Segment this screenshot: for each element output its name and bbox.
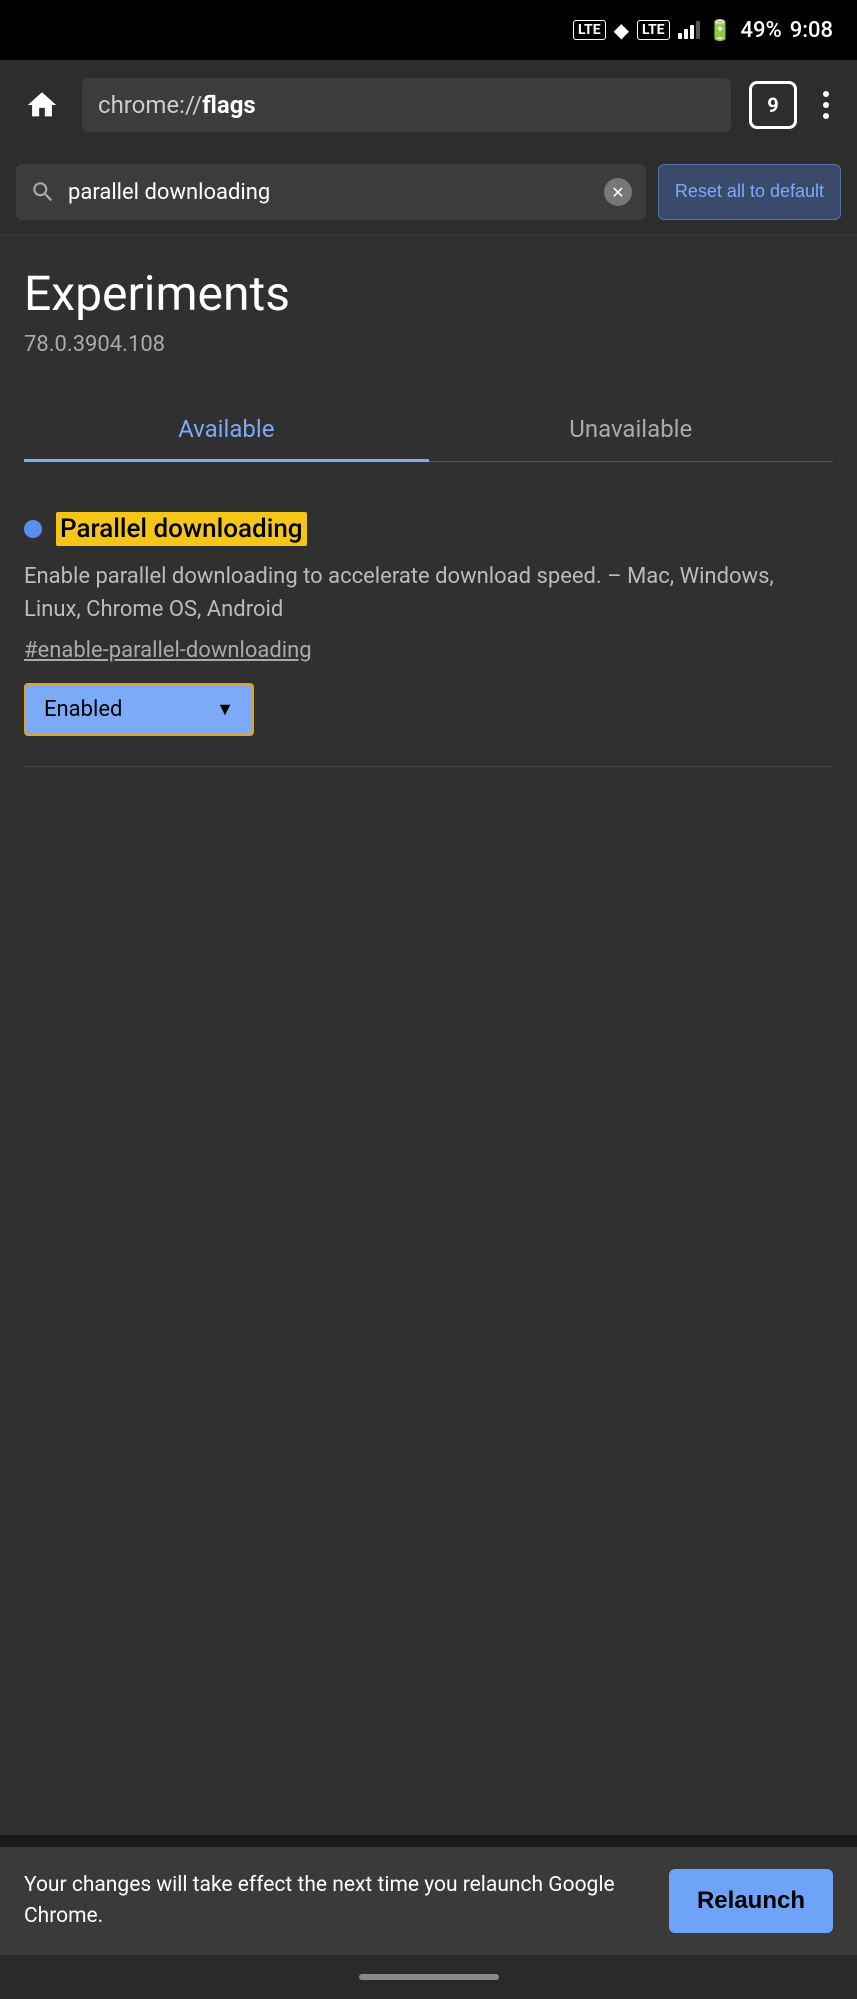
more-dot-2	[823, 102, 829, 108]
search-input[interactable]: parallel downloading	[68, 180, 592, 205]
feature-item-parallel-downloading: Parallel downloading Enable parallel dow…	[24, 492, 833, 756]
signal-bars-icon	[678, 21, 700, 39]
search-input-wrap[interactable]: parallel downloading ✕	[16, 164, 646, 220]
feature-title-row: Parallel downloading	[24, 512, 833, 546]
tab-count-number: 9	[767, 93, 778, 117]
more-dot-1	[823, 91, 829, 97]
dropdown-value: Enabled	[44, 697, 122, 722]
status-icons: LTE ◆ LTE 🔋 49% 9:08	[573, 18, 833, 43]
address-text: chrome://flags	[98, 91, 256, 119]
feature-divider	[24, 766, 833, 767]
wifi-icon: ◆	[614, 18, 629, 42]
banner-text: Your changes will take effect the next t…	[24, 1870, 649, 1933]
flags-search-bar: parallel downloading ✕ Reset all to defa…	[0, 150, 857, 235]
battery-icon: 🔋	[708, 18, 733, 42]
more-dot-3	[823, 113, 829, 119]
more-options-button[interactable]	[815, 83, 837, 127]
feature-dropdown[interactable]: Enabled ▼	[24, 683, 254, 736]
clear-search-button[interactable]: ✕	[604, 178, 632, 206]
lte-data-icon: LTE	[637, 20, 670, 40]
relaunch-banner: Your changes will take effect the next t…	[0, 1847, 857, 1955]
address-bar[interactable]: chrome://flags	[82, 78, 731, 132]
clock: 9:08	[790, 18, 833, 43]
search-icon	[30, 179, 56, 205]
battery-percent: 49%	[740, 18, 781, 43]
browser-toolbar: chrome://flags 9	[0, 60, 857, 150]
status-bar: LTE ◆ LTE 🔋 49% 9:08	[0, 0, 857, 60]
nav-home-indicator	[359, 1974, 499, 1980]
feature-anchor-link[interactable]: #enable-parallel-downloading	[24, 638, 833, 663]
bottom-nav-bar	[0, 1955, 857, 1999]
main-content: Experiments 78.0.3904.108 Available Unav…	[0, 235, 857, 1835]
feature-active-dot	[24, 520, 42, 538]
tab-unavailable[interactable]: Unavailable	[429, 397, 834, 461]
tabs-row: Available Unavailable	[24, 397, 833, 462]
reset-all-button[interactable]: Reset all to default	[658, 164, 841, 220]
feature-title: Parallel downloading	[56, 512, 307, 546]
tab-count-button[interactable]: 9	[749, 81, 797, 129]
home-icon	[25, 88, 59, 122]
feature-description: Enable parallel downloading to accelerat…	[24, 560, 833, 626]
page-title: Experiments	[24, 265, 833, 322]
dropdown-arrow-icon: ▼	[216, 699, 234, 720]
relaunch-button[interactable]: Relaunch	[669, 1869, 833, 1933]
lte-call-icon: LTE	[573, 20, 606, 40]
home-button[interactable]	[20, 83, 64, 127]
tab-available[interactable]: Available	[24, 397, 429, 461]
version-number: 78.0.3904.108	[24, 332, 833, 357]
